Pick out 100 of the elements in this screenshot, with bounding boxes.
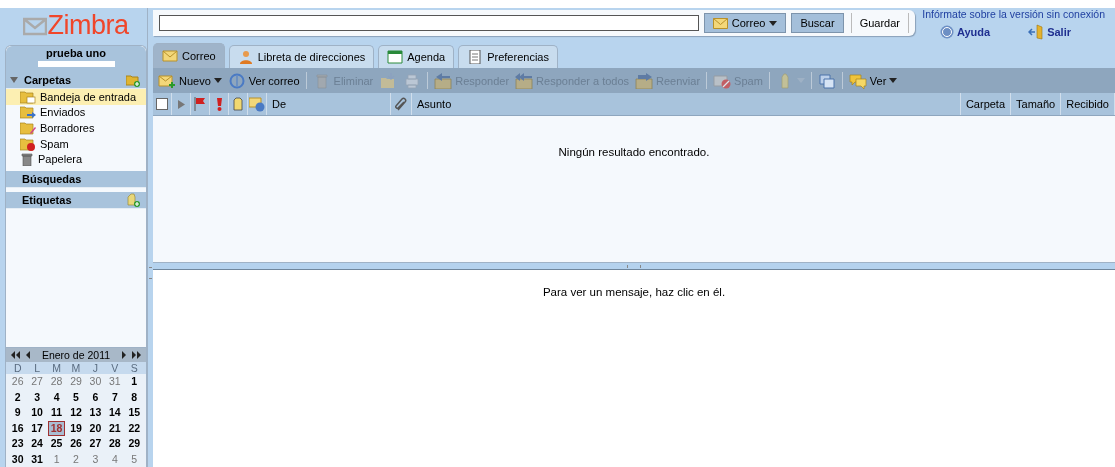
calendar-day[interactable]: 2 (9, 390, 27, 404)
new-folder-icon[interactable] (126, 73, 140, 87)
inbox-folder-icon (20, 89, 36, 104)
calendar-day[interactable]: 27 (86, 437, 105, 451)
calendar-day[interactable]: 22 (125, 421, 143, 435)
previous-year-icon[interactable] (10, 351, 20, 359)
priority-icon[interactable] (216, 97, 222, 111)
app-tab[interactable]: Preferencias (458, 45, 558, 68)
calendar-day[interactable]: 15 (125, 406, 143, 420)
empty-message: Ningún resultado encontrado. (558, 146, 710, 158)
calendar-day[interactable]: 30 (9, 452, 27, 466)
calendar-day[interactable]: 23 (9, 437, 27, 451)
toolbar-button[interactable]: Ver (846, 70, 900, 91)
calendar-day[interactable]: 17 (28, 421, 46, 435)
calendar-day[interactable]: 26 (67, 437, 85, 451)
calendar-day[interactable]: 7 (106, 390, 124, 404)
calendar-day[interactable]: 10 (28, 406, 46, 420)
calendar-day[interactable]: 1 (125, 375, 143, 389)
calendar-day[interactable]: 3 (28, 390, 46, 404)
calendar-day[interactable]: 5 (67, 390, 85, 404)
calendar-day[interactable]: 8 (125, 390, 143, 404)
search-button[interactable]: Buscar (791, 13, 844, 33)
section-header[interactable]: Etiquetas (6, 191, 146, 209)
calendar-day[interactable]: 31 (106, 375, 124, 389)
month-title: Enero de 2011 (41, 349, 111, 361)
calendar-day[interactable]: 3 (86, 452, 105, 466)
calendar-day[interactable]: 28 (47, 375, 66, 389)
calendar-day[interactable]: 24 (28, 437, 46, 451)
folder-item[interactable]: Enviados (6, 104, 146, 121)
folder-item[interactable]: Papelera (6, 151, 146, 167)
spam-icon (713, 72, 732, 89)
calendar-day[interactable]: 6 (86, 390, 105, 404)
toolbar-button[interactable]: Nuevo (156, 70, 224, 91)
next-year-icon[interactable] (132, 351, 142, 359)
folder-item[interactable]: Spam (6, 135, 146, 152)
calendar-day[interactable]: 19 (67, 421, 85, 435)
calendar-day[interactable]: 9 (9, 406, 27, 420)
splitter[interactable] (153, 262, 1115, 270)
calendar-day[interactable]: 1 (47, 452, 66, 466)
envelope-icon (23, 15, 48, 36)
calendar-day[interactable]: 20 (86, 421, 105, 435)
unread-status-icon[interactable] (249, 96, 265, 112)
calendar-day[interactable]: 13 (86, 406, 105, 420)
forward-icon (635, 72, 654, 89)
reply-all-icon (515, 72, 534, 89)
calendar-day[interactable]: 5 (125, 452, 143, 466)
app-tab[interactable]: Agenda (378, 45, 455, 68)
toolbar-button[interactable]: Ver correo (225, 70, 302, 91)
calendar-day[interactable]: 18 (47, 420, 66, 436)
logout-link[interactable]: Salir (1028, 24, 1071, 40)
paperclip-icon[interactable] (395, 97, 407, 111)
logo: Zimbra (23, 8, 129, 43)
calendar-day[interactable]: 28 (106, 437, 124, 451)
flag-icon[interactable] (194, 97, 206, 111)
new-tag-icon[interactable] (127, 192, 140, 207)
calendar-day[interactable]: 30 (86, 375, 105, 389)
calendar-day[interactable]: 25 (47, 437, 66, 451)
column-header[interactable]: Asunto (412, 93, 961, 115)
new-mail-icon (158, 72, 176, 89)
calendar-day[interactable]: 16 (9, 421, 27, 435)
reading-hint: Para ver un mensaje, haz clic en él. (542, 286, 726, 298)
calendar-day[interactable]: 12 (67, 406, 85, 420)
column-header[interactable]: Recibido (1061, 93, 1115, 115)
search-field[interactable] (159, 15, 699, 31)
save-button[interactable]: Guardar (850, 13, 909, 33)
sent-folder-icon (20, 105, 36, 120)
column-header[interactable]: Carpeta (960, 93, 1012, 115)
help-link[interactable]: Ayuda (939, 24, 991, 40)
calendar-day[interactable]: 21 (106, 421, 124, 435)
refresh-icon (227, 72, 246, 89)
section-header[interactable]: Carpetas (6, 72, 146, 89)
collapse-icon[interactable] (10, 76, 18, 84)
envelope-icon (712, 17, 728, 29)
calendar-day[interactable]: 4 (47, 390, 66, 404)
calendar-day[interactable]: 11 (47, 406, 66, 420)
tag-icon[interactable] (233, 97, 243, 111)
select-all-checkbox[interactable] (156, 98, 168, 110)
calendar-day[interactable]: 29 (67, 375, 85, 389)
calendar-day[interactable]: 4 (106, 452, 124, 466)
next-month-icon[interactable] (121, 351, 126, 359)
weekday-label: L (33, 362, 42, 374)
calendar-day[interactable]: 26 (9, 375, 27, 389)
calendar-day[interactable]: 27 (28, 375, 46, 389)
app-tab[interactable]: Correo (153, 43, 225, 68)
calendar-day[interactable]: 29 (125, 437, 143, 451)
section-header[interactable]: Búsquedas (6, 170, 146, 188)
weekday-label: V (110, 362, 120, 374)
window-icon (817, 72, 836, 89)
calendar-day[interactable]: 31 (28, 452, 46, 466)
folder-item[interactable]: Borradores (6, 120, 146, 136)
previous-month-icon[interactable] (26, 351, 31, 359)
search-type-dropdown[interactable]: Correo (703, 13, 787, 33)
column-header[interactable]: Tamaño (1011, 93, 1062, 115)
offline-version-link[interactable]: Infórmate sobre la versión sin conexión (922, 8, 1105, 20)
expand-icon[interactable] (177, 99, 185, 109)
calendar-day[interactable]: 2 (67, 452, 85, 466)
calendar-day[interactable]: 14 (106, 406, 124, 420)
column-header[interactable]: De (267, 93, 391, 115)
app-tab[interactable]: Libreta de direcciones (228, 45, 375, 68)
folder-item[interactable]: Bandeja de entrada (6, 89, 146, 105)
